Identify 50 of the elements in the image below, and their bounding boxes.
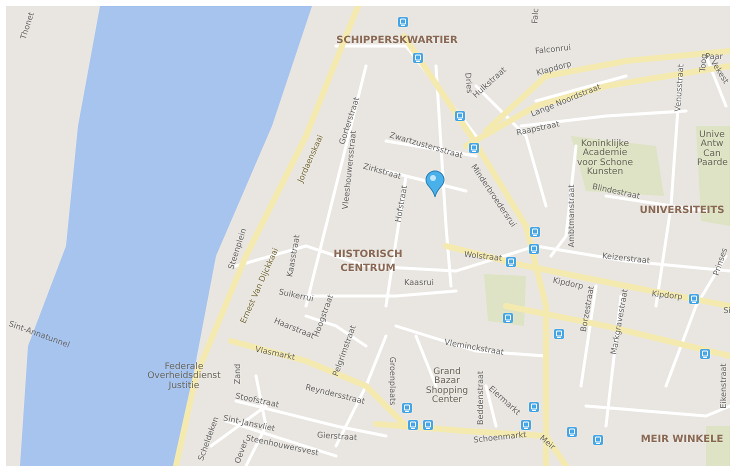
tram-stop-icon[interactable] [408, 420, 418, 430]
tram-stop-icon[interactable] [423, 420, 433, 430]
street-label: Groenplaats [388, 356, 396, 406]
tram-stop-icon[interactable] [554, 329, 564, 339]
tram-stop-icon[interactable] [593, 435, 603, 445]
street-label: Wolstraat [464, 250, 502, 264]
street-label: Zand [234, 364, 242, 384]
district-label: HISTORISCH [334, 250, 402, 260]
tram-stop-icon[interactable] [506, 257, 516, 267]
place-label: Unive Antw Can Paarde [697, 131, 727, 169]
place-label: Federale Overheidsdienst Justitie [146, 362, 222, 392]
street-label: Ambtmanstraat [568, 184, 576, 248]
street-label: Oever [234, 439, 250, 465]
street-label: Beddenstraat [476, 370, 486, 426]
location-pin-icon[interactable] [426, 170, 444, 198]
tram-stop-icon[interactable] [689, 294, 699, 304]
street-label: Keizerstraat [602, 252, 650, 266]
street-label: Suikerrui [278, 288, 314, 304]
tram-stop-icon[interactable] [413, 53, 423, 63]
district-label: UNIVERSITEITS [640, 206, 724, 216]
street-label: Venusstraat [674, 64, 686, 112]
street-label: Gierstraat [316, 431, 358, 442]
street-label: Kipdorp [651, 290, 683, 302]
street-label: Kaasstraat [286, 234, 302, 278]
street-label: Kaasrui [404, 278, 434, 288]
district-label: CENTRUM [340, 264, 396, 274]
district-label: SCHIPPERSKWARTIER [336, 36, 458, 46]
street-label: Klapdorp [536, 60, 572, 78]
place-label: Grand Bazar Shopping Center [424, 368, 470, 406]
map-view[interactable] [6, 6, 730, 466]
street-label: Si [723, 306, 730, 316]
tram-stop-icon[interactable] [700, 349, 710, 359]
tram-stop-icon[interactable] [503, 313, 513, 323]
street-label: Hofstraat [394, 184, 410, 224]
tram-stop-icon[interactable] [529, 244, 539, 254]
place-label: Koninklijke Academie voor Schone Kunsten [576, 140, 634, 178]
tram-stop-icon[interactable] [521, 420, 531, 430]
street-label: Falc [531, 8, 541, 24]
street-label: Schoenmarkt [473, 431, 527, 445]
tram-stop-icon[interactable] [529, 402, 539, 412]
street-label: Falconrui [534, 44, 572, 56]
tram-stop-icon[interactable] [402, 403, 412, 413]
street-label: Dries [462, 72, 474, 94]
tram-stop-icon[interactable] [398, 17, 408, 27]
tram-stop-icon[interactable] [455, 111, 465, 121]
tram-stop-icon[interactable] [530, 227, 540, 237]
tram-stop-icon[interactable] [567, 427, 577, 437]
street-label: Eikenstraat [720, 363, 728, 409]
tram-stop-icon[interactable] [469, 143, 479, 153]
district-label: MEIR WINKELE [640, 434, 724, 446]
